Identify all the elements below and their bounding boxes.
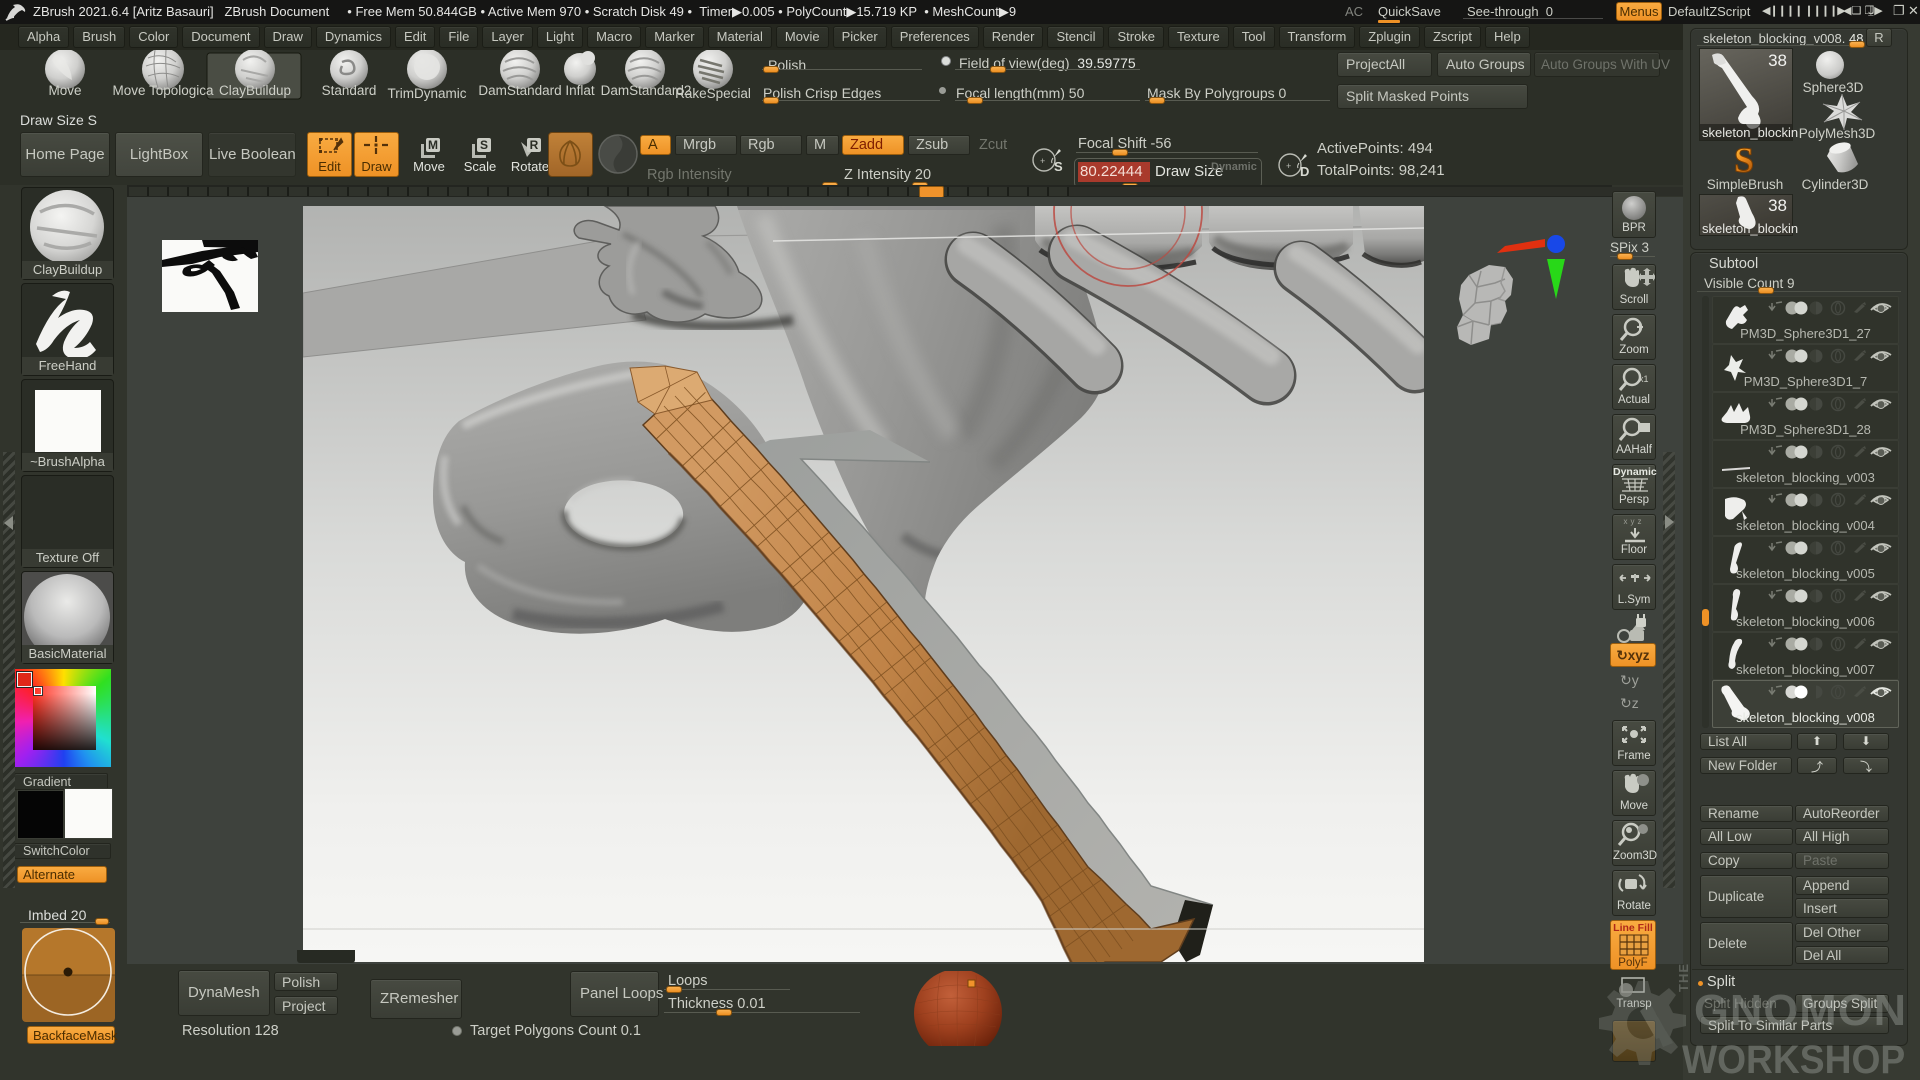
svg-text:D: D: [1300, 164, 1309, 179]
svg-text:+: +: [1040, 156, 1045, 166]
svg-text:M: M: [428, 138, 438, 152]
svg-text:S: S: [480, 138, 488, 152]
svg-text:+: +: [1286, 161, 1291, 171]
svg-text:S: S: [1054, 159, 1063, 174]
svg-text:S: S: [1734, 142, 1754, 178]
svg-text:R: R: [530, 138, 539, 152]
svg-text:x1: x1: [1639, 374, 1649, 384]
